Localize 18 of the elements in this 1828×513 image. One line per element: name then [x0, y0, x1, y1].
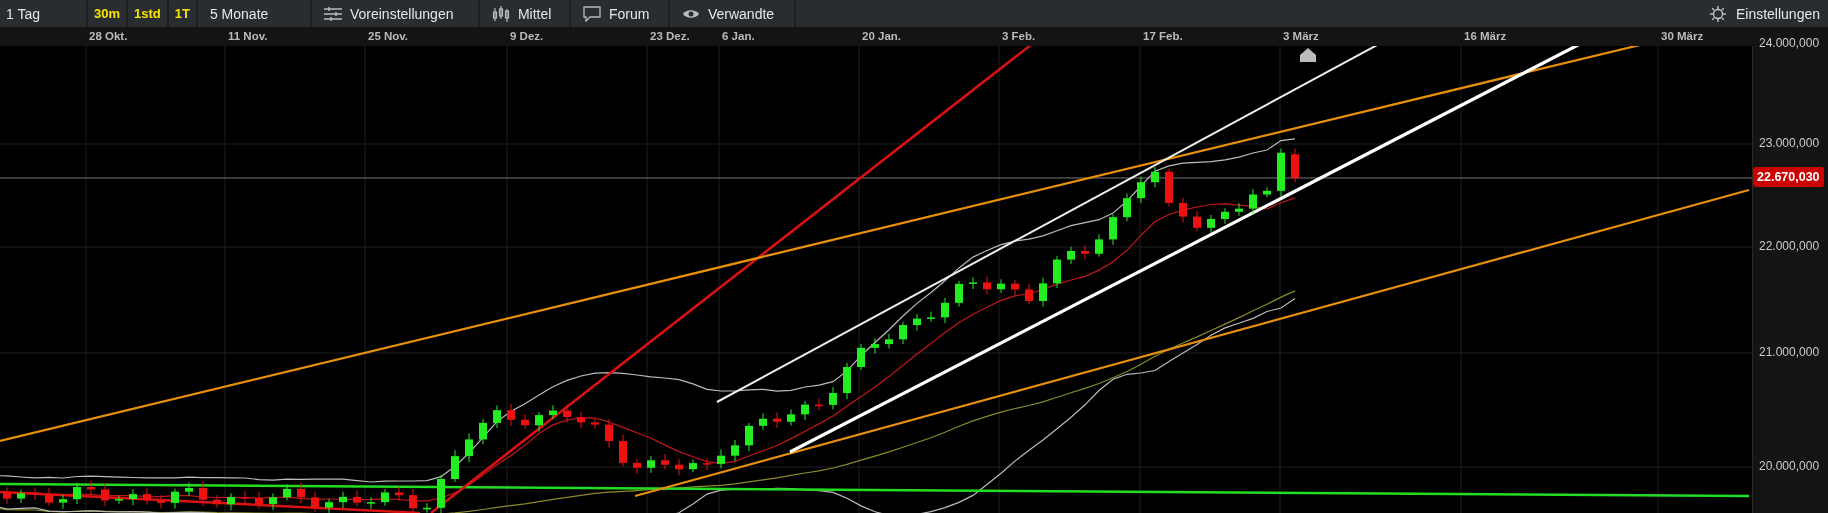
price-tag: 22.670,030: [1753, 167, 1824, 187]
date-label: 30 März: [1661, 30, 1704, 42]
price-label: 21.000,000: [1759, 345, 1820, 359]
date-label: 9 Dez.: [510, 30, 544, 42]
date-label: 6 Jan.: [722, 30, 755, 42]
date-label: 3 Feb.: [1002, 30, 1036, 42]
date-label: 17 Feb.: [1143, 30, 1183, 42]
price-label: 23.000,000: [1759, 136, 1820, 150]
price-label: 20.000,000: [1759, 459, 1820, 473]
price-label: 24.000,000: [1759, 36, 1820, 50]
date-label: 25 Nov.: [368, 30, 409, 42]
date-label: 3 März: [1283, 30, 1319, 42]
date-label: 11 Nov.: [228, 30, 268, 42]
date-label: 28 Okt.: [89, 30, 128, 42]
price-label: 22.000,000: [1759, 239, 1820, 253]
date-label: 16 März: [1464, 30, 1507, 42]
date-label: 23 Dez.: [650, 30, 690, 42]
date-label: 20 Jan.: [862, 30, 901, 42]
